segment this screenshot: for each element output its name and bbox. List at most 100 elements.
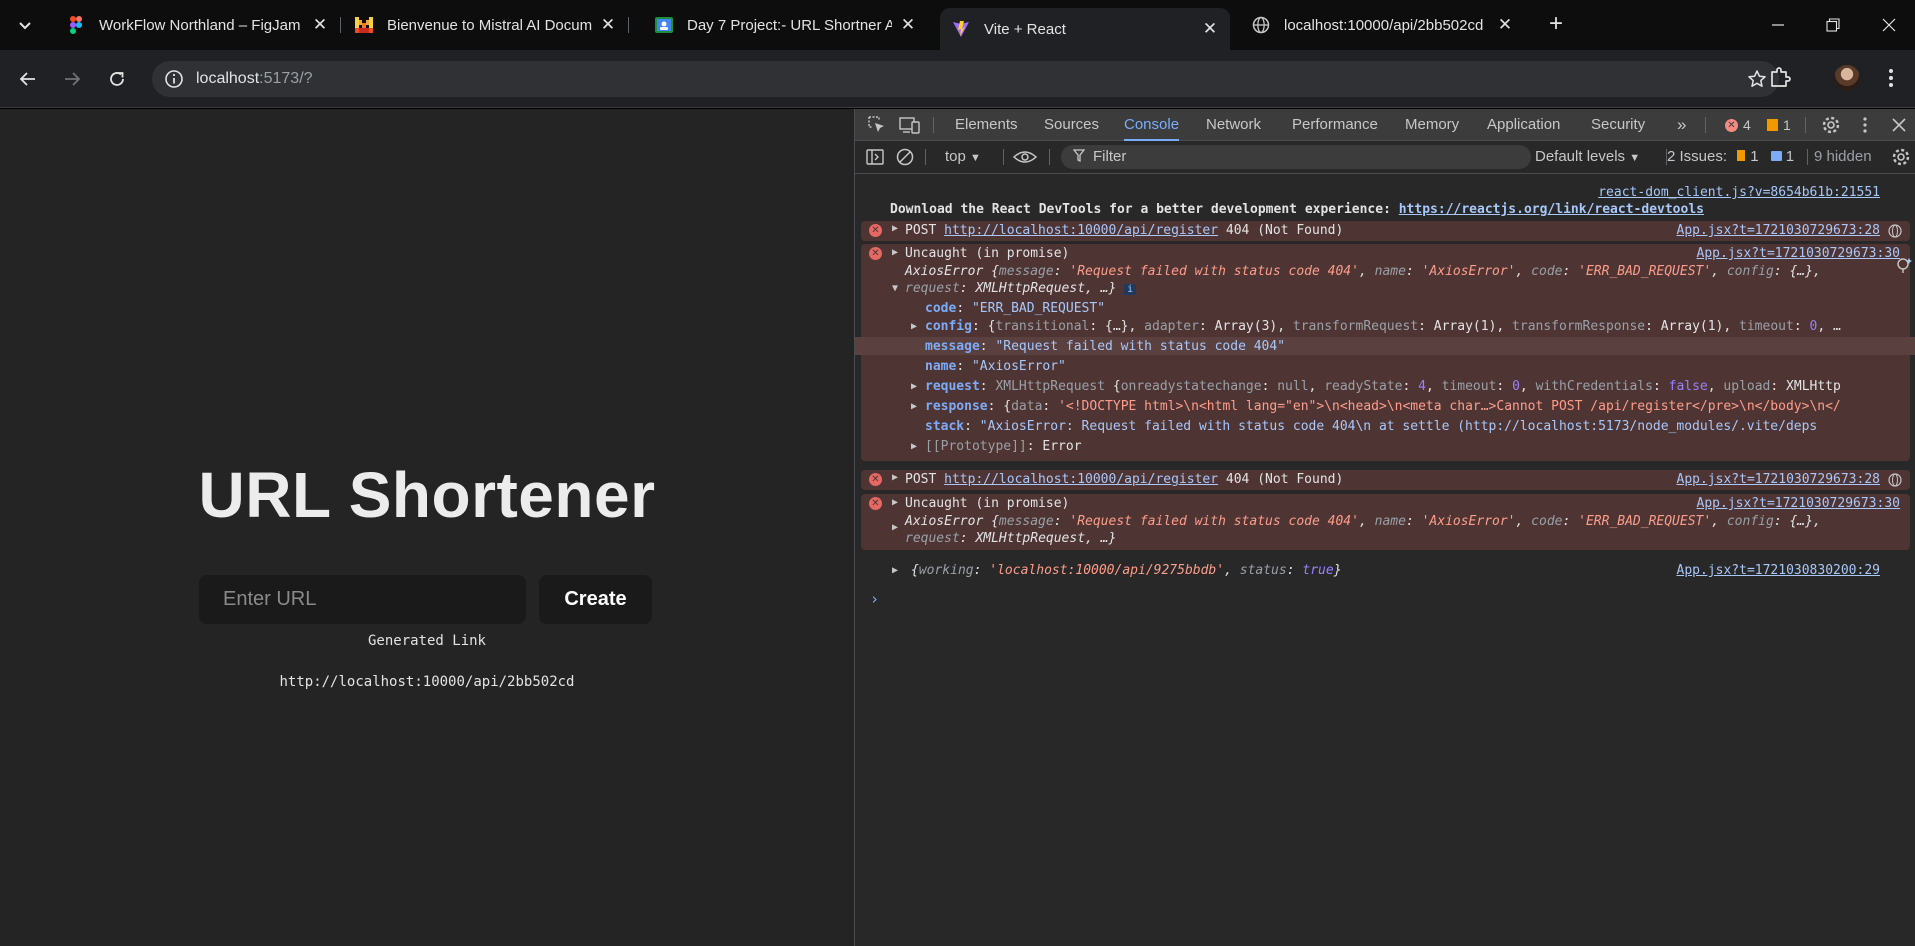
- browser-toolbar: localhost:5173/?: [0, 50, 1915, 108]
- browser-tab[interactable]: localhost:10000/api/2bb502cd ✕: [1240, 8, 1525, 42]
- classroom-icon: [655, 16, 673, 34]
- ai-assist-icon[interactable]: [1895, 256, 1913, 278]
- expand-triangle-icon[interactable]: ▶: [892, 565, 898, 576]
- close-tab-icon[interactable]: ✕: [310, 15, 330, 35]
- tab-title: Day 7 Project:- URL Shortner Ap: [687, 16, 892, 34]
- devtools-tab-elements[interactable]: Elements: [955, 109, 1018, 141]
- console-settings-gear-icon[interactable]: [1891, 147, 1911, 167]
- back-arrow-icon[interactable]: [14, 65, 42, 93]
- globe-icon: [1252, 16, 1270, 34]
- device-toolbar-icon[interactable]: [899, 115, 920, 135]
- reload-icon[interactable]: [103, 65, 131, 93]
- source-link[interactable]: App.jsx?t=1721030729673:30: [1697, 246, 1901, 261]
- devtools-tab-application[interactable]: Application: [1487, 109, 1560, 141]
- tab-title: localhost:10000/api/2bb502cd: [1284, 16, 1484, 34]
- issues-counter[interactable]: 2 Issues: 1 1: [1667, 148, 1794, 165]
- address-bar[interactable]: localhost:5173/?: [152, 61, 1779, 97]
- devtools-panel: Elements Sources Console Network Perform…: [854, 109, 1915, 946]
- browser-menu-icon[interactable]: [1880, 66, 1902, 90]
- tab-title: Bienvenue to Mistral AI Docume: [387, 16, 592, 34]
- sidebar-toggle-icon[interactable]: [865, 147, 885, 167]
- network-globe-icon[interactable]: [1888, 473, 1902, 491]
- react-devtools-link[interactable]: https://reactjs.org/link/react-devtools: [1399, 202, 1704, 217]
- devtools-tab-memory[interactable]: Memory: [1405, 109, 1459, 141]
- source-link[interactable]: App.jsx?t=1721030729673:28: [1677, 472, 1881, 487]
- minimize-icon[interactable]: [1763, 10, 1793, 40]
- devtools-tab-network[interactable]: Network: [1206, 109, 1261, 141]
- browser-tab[interactable]: Bienvenue to Mistral AI Docume ✕: [343, 8, 629, 42]
- url-input[interactable]: [199, 575, 526, 624]
- tab-search-chevron-icon[interactable]: [14, 14, 36, 36]
- settings-gear-icon[interactable]: [1821, 115, 1841, 135]
- console-error-row-expanded[interactable]: ✕ ▶ Uncaught (in promise) App.jsx?t=1721…: [855, 244, 1915, 461]
- source-link[interactable]: react-dom_client.js?v=8654b61b:21551: [1598, 185, 1880, 200]
- info-icon: i: [1124, 284, 1137, 295]
- console-error-row[interactable]: ✕ ▶ POST http://localhost:10000/api/regi…: [861, 470, 1910, 490]
- extensions-puzzle-icon[interactable]: [1768, 65, 1792, 89]
- page-viewport: URL Shortener Create Generated Link http…: [0, 109, 854, 946]
- figma-icon: [67, 16, 85, 34]
- restore-icon[interactable]: [1818, 10, 1848, 40]
- close-tab-icon[interactable]: ✕: [1200, 19, 1220, 39]
- source-link[interactable]: App.jsx?t=1721030830200:29: [1677, 563, 1881, 578]
- generated-link: http://localhost:10000/api/2bb502cd: [279, 674, 575, 690]
- live-expression-eye-icon[interactable]: [1012, 147, 1038, 167]
- console-error-row[interactable]: ✕ ▶ Uncaught (in promise) App.jsx?t=1721…: [861, 494, 1910, 550]
- inspect-element-icon[interactable]: [867, 115, 887, 135]
- error-icon: ✕: [869, 224, 882, 237]
- tab-title: WorkFlow Northland – FigJam: [99, 16, 301, 34]
- expand-triangle-icon[interactable]: ▶: [892, 223, 898, 234]
- context-selector[interactable]: top ▼: [945, 148, 981, 165]
- console-error-row[interactable]: ✕ ▶ POST http://localhost:10000/api/regi…: [861, 221, 1910, 241]
- devtools-tab-performance[interactable]: Performance: [1292, 109, 1378, 141]
- close-tab-icon[interactable]: ✕: [598, 15, 618, 35]
- source-link[interactable]: App.jsx?t=1721030729673:30: [1697, 496, 1901, 511]
- profile-avatar[interactable]: [1834, 65, 1860, 91]
- console-prompt-icon[interactable]: ›: [870, 590, 1915, 608]
- network-globe-icon[interactable]: [1888, 224, 1902, 242]
- site-info-icon[interactable]: [164, 69, 184, 89]
- devtools-menu-icon[interactable]: [1855, 115, 1875, 135]
- devtools-tab-sources[interactable]: Sources: [1044, 109, 1099, 141]
- devtools-tab-security[interactable]: Security: [1591, 109, 1645, 141]
- hidden-count: 9 hidden: [1814, 148, 1872, 165]
- console-filter-bar: top ▼ Filter Default levels ▼ 2 Issues: …: [855, 141, 1915, 174]
- request-url-link[interactable]: http://localhost:10000/api/register: [944, 223, 1218, 238]
- close-tab-icon[interactable]: ✕: [1495, 15, 1515, 35]
- error-icon: ✕: [869, 473, 882, 486]
- app-title: URL Shortener: [198, 459, 656, 531]
- devtools-tab-console[interactable]: Console: [1124, 109, 1180, 141]
- filter-funnel-icon: [1072, 149, 1086, 168]
- close-devtools-icon[interactable]: [1889, 115, 1909, 135]
- vite-icon: [952, 20, 970, 38]
- expand-triangle-icon[interactable]: ▶: [892, 497, 898, 508]
- warning-flag-icon: [1767, 119, 1778, 131]
- log-levels-dropdown[interactable]: Default levels ▼: [1535, 148, 1640, 165]
- forward-arrow-icon[interactable]: [58, 65, 86, 93]
- address-url: localhost:5173/?: [196, 70, 313, 87]
- browser-tab[interactable]: Day 7 Project:- URL Shortner Ap ✕: [643, 8, 928, 42]
- request-url-link[interactable]: http://localhost:10000/api/register: [944, 472, 1218, 487]
- devtools-tabbar: Elements Sources Console Network Perform…: [855, 109, 1915, 141]
- create-button[interactable]: Create: [539, 575, 652, 624]
- error-count-badge[interactable]: ✕ 4: [1725, 117, 1751, 133]
- tab-strip: WorkFlow Northland – FigJam ✕ Bienvenue …: [0, 0, 1915, 50]
- bookmark-star-icon[interactable]: [1747, 69, 1767, 89]
- info-message-icon: [1770, 151, 1782, 161]
- expand-triangle-icon[interactable]: ▶: [892, 472, 898, 483]
- console-filter-input[interactable]: Filter: [1061, 145, 1531, 169]
- generated-link-label: Generated Link: [367, 633, 486, 649]
- browser-tab-active[interactable]: Vite + React ✕: [940, 8, 1230, 50]
- expand-triangle-icon[interactable]: ▶: [892, 247, 898, 258]
- console-message: Download the React DevTools for a better…: [890, 202, 1704, 217]
- close-tab-icon[interactable]: ✕: [898, 15, 918, 35]
- warning-count-badge[interactable]: 1: [1767, 117, 1791, 133]
- mistral-icon: [355, 16, 373, 34]
- source-link[interactable]: App.jsx?t=1721030729673:28: [1677, 223, 1881, 238]
- error-icon: ✕: [869, 497, 882, 510]
- browser-tab[interactable]: WorkFlow Northland – FigJam ✕: [55, 8, 341, 42]
- more-tabs-chevron-icon[interactable]: »: [1677, 109, 1686, 141]
- close-window-icon[interactable]: [1874, 10, 1904, 40]
- clear-console-icon[interactable]: [895, 147, 915, 167]
- new-tab-plus-icon[interactable]: +: [1543, 12, 1569, 38]
